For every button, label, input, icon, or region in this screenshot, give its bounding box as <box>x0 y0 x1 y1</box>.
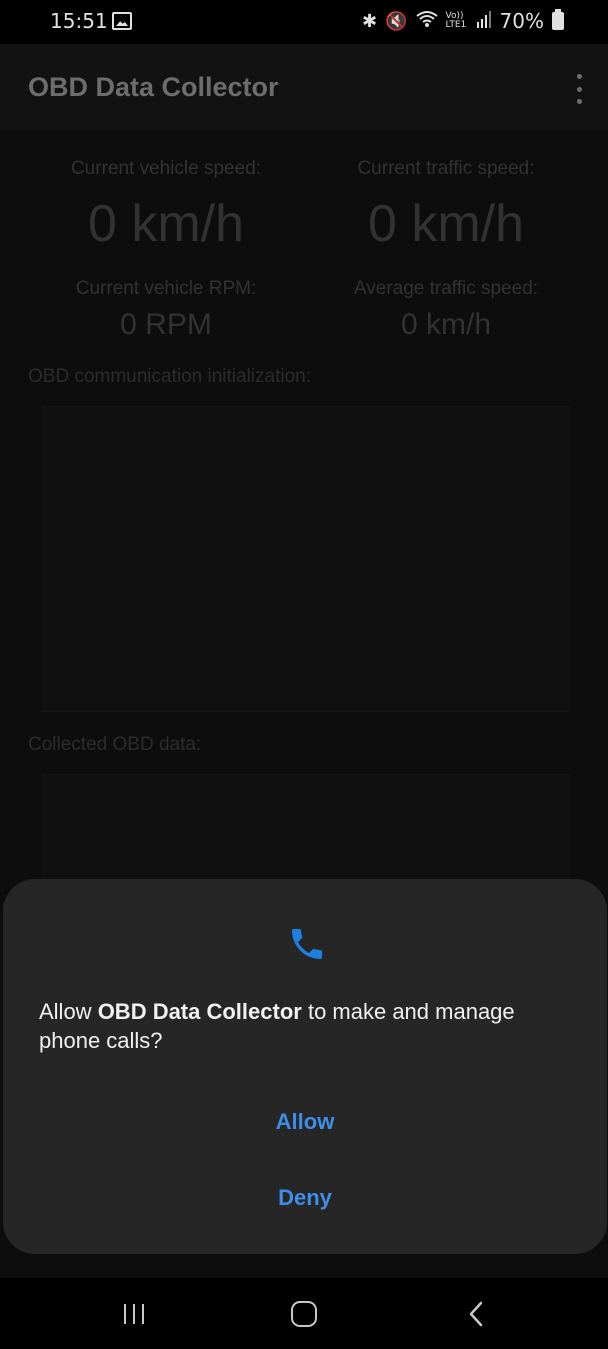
allow-button[interactable]: Allow <box>3 1095 607 1149</box>
permission-dialog: Allow OBD Data Collector to make and man… <box>3 879 607 1254</box>
navigation-bar <box>0 1278 608 1349</box>
recents-icon[interactable] <box>124 1304 144 1324</box>
deny-button[interactable]: Deny <box>3 1171 607 1225</box>
home-icon[interactable] <box>291 1301 317 1327</box>
dialog-message: Allow OBD Data Collector to make and man… <box>39 997 559 1055</box>
dialog-app-name: OBD Data Collector <box>97 999 302 1024</box>
phone-icon <box>287 924 327 964</box>
back-icon[interactable] <box>466 1300 486 1328</box>
dialog-message-prefix: Allow <box>39 999 98 1024</box>
